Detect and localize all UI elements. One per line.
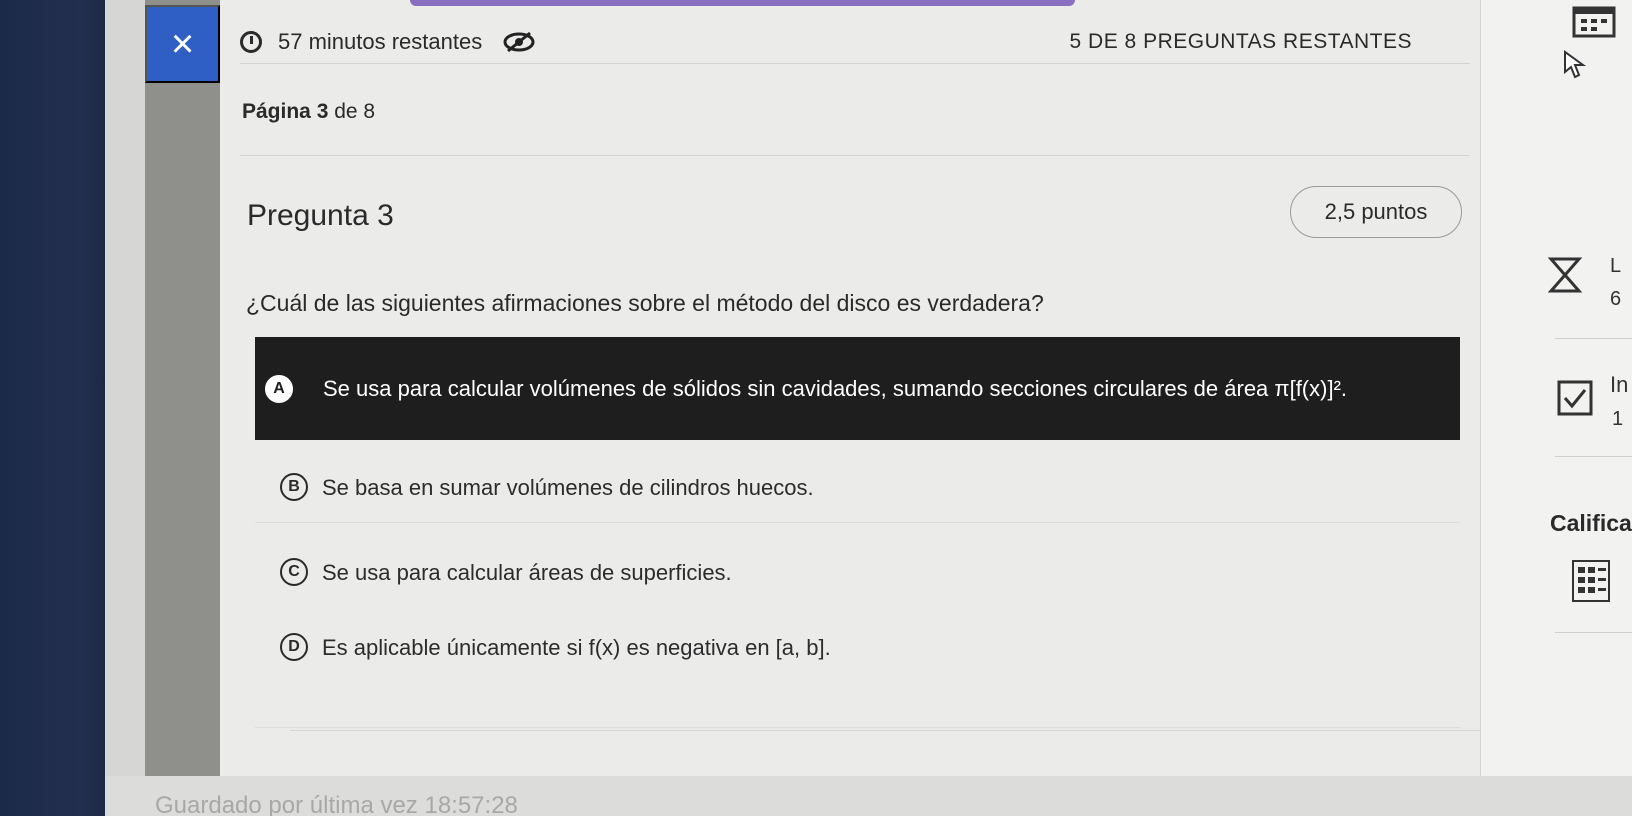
points-badge: 2,5 puntos xyxy=(1290,186,1462,238)
option-divider xyxy=(255,522,1460,523)
page-indicator: Página 3 de 8 xyxy=(242,100,375,124)
timer-icon xyxy=(240,30,262,53)
option-letter: C xyxy=(280,558,308,586)
panel-value: 1 xyxy=(1612,408,1624,430)
page-total: de 8 xyxy=(334,100,376,123)
left-gray-strip xyxy=(145,0,220,776)
close-icon: × xyxy=(170,22,195,66)
check-icon[interactable] xyxy=(1555,378,1595,418)
panel-label: L xyxy=(1610,255,1622,277)
top-accent-bar xyxy=(410,0,1075,6)
hourglass-icon xyxy=(1547,257,1583,293)
question-text: ¿Cuál de las siguientes afirmaciones sob… xyxy=(246,290,1044,316)
last-saved-status: Guardado por última vez 18:57:28 xyxy=(155,792,518,816)
panel-value: 6 xyxy=(1610,288,1622,310)
option-letter: A xyxy=(265,374,293,403)
option-text: Se usa para calcular volúmenes de sólido… xyxy=(323,376,1348,401)
panel-divider xyxy=(1555,456,1632,457)
question-title: Pregunta 3 xyxy=(247,199,394,232)
option-d[interactable]: D Es aplicable únicamente si f(x) es neg… xyxy=(255,627,1460,667)
divider xyxy=(240,155,1470,156)
grade-label: Califica xyxy=(1550,510,1632,536)
option-letter: D xyxy=(280,633,308,661)
cursor-icon xyxy=(1564,50,1587,79)
questions-remaining: 5 DE 8 PREGUNTAS RESTANTES xyxy=(1069,29,1412,53)
option-c[interactable]: C Se usa para calcular áreas de superfic… xyxy=(255,552,1460,592)
option-letter: B xyxy=(280,473,308,501)
panel-divider xyxy=(1555,632,1632,633)
eye-slash-icon[interactable] xyxy=(502,31,536,53)
exam-header: 57 minutos restantes 5 DE 8 PREGUNTAS RE… xyxy=(240,20,1470,64)
option-text: Es aplicable únicamente si f(x) es negat… xyxy=(322,634,831,660)
calendar-icon[interactable] xyxy=(1572,2,1616,38)
option-a[interactable]: A Se usa para calcular volúmenes de sóli… xyxy=(255,337,1460,440)
close-button[interactable]: × xyxy=(145,5,220,83)
option-text: Se usa para calcular áreas de superficie… xyxy=(322,559,732,585)
option-divider xyxy=(255,727,1460,728)
option-b[interactable]: B Se basa en sumar volúmenes de cilindro… xyxy=(255,467,1460,507)
grid-icon[interactable] xyxy=(1565,555,1615,605)
option-text: Se basa en sumar volúmenes de cilindros … xyxy=(322,474,814,500)
page-current: 3 xyxy=(316,100,329,123)
footer: Guardado por última vez 18:57:28 xyxy=(105,776,1632,816)
time-remaining: 57 minutos restantes xyxy=(278,28,483,54)
panel-divider xyxy=(1555,338,1632,339)
panel-label: In xyxy=(1610,372,1629,397)
divider xyxy=(290,730,1480,731)
page-label: Página xyxy=(242,100,311,123)
